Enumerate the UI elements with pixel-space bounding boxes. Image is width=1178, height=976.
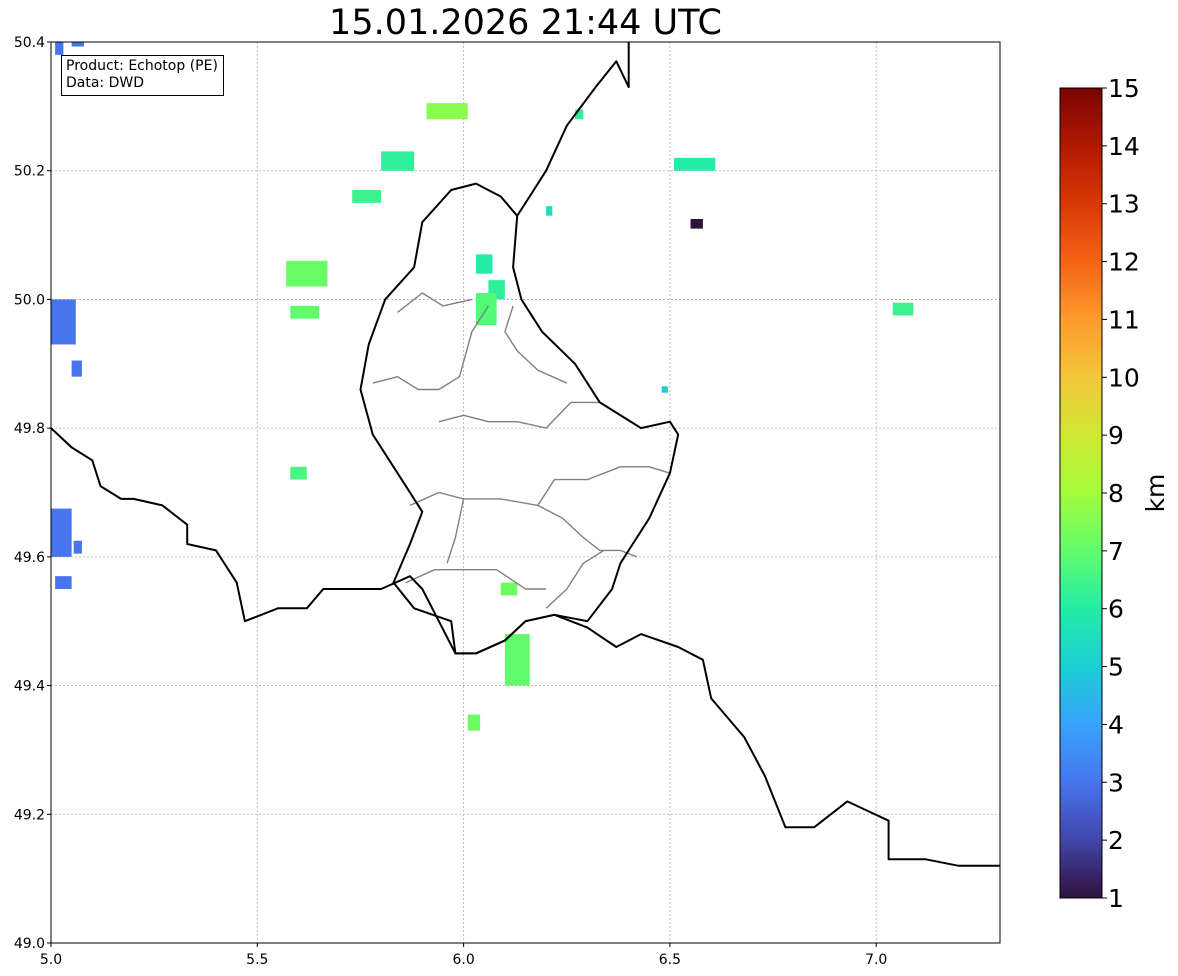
- y-tick-label: 50.2: [14, 164, 45, 180]
- echo-cell: [51, 299, 76, 345]
- echo-cell: [467, 714, 481, 731]
- echo-cell: [290, 466, 307, 480]
- echo-cell: [674, 157, 716, 171]
- colorbar-tick-label: 5: [1108, 653, 1124, 682]
- y-tick-label: 49.4: [14, 679, 45, 695]
- colorbar-label: km: [1141, 474, 1170, 513]
- y-tick-label: 49.2: [14, 807, 45, 823]
- colorbar-tick-label: 6: [1108, 595, 1124, 624]
- echo-cell: [504, 634, 530, 686]
- colorbar-tick-label: 7: [1108, 537, 1124, 566]
- colorbar-tick-label: 4: [1108, 710, 1124, 739]
- echo-cell: [352, 190, 382, 203]
- colorbar-tick-label: 14: [1108, 132, 1140, 161]
- map-background: [51, 42, 1000, 943]
- echo-cell: [51, 508, 72, 557]
- y-tick-label: 50.4: [14, 35, 45, 51]
- colorbar-tick-label: 13: [1108, 190, 1140, 219]
- echo-cell: [500, 582, 518, 596]
- y-tick-label: 49.6: [14, 550, 45, 566]
- x-tick-label: 5.0: [40, 952, 62, 968]
- colorbar-ticks: 123456789101112131415: [1102, 74, 1140, 913]
- colorbar-tick-label: 3: [1108, 768, 1124, 797]
- y-tick-label: 49.0: [14, 936, 45, 952]
- y-tick-label: 50.0: [14, 292, 45, 308]
- data-source-line: Data: DWD: [66, 75, 144, 91]
- colorbar-tick-label: 12: [1108, 248, 1140, 277]
- echotop-map: 5.0 5.5 6.0 6.5 7.0 49.0 49.2 49.4 49.6 49.8 50.0…: [14, 35, 1170, 968]
- echo-cell: [892, 302, 914, 316]
- x-tick-label: 6.0: [452, 952, 474, 968]
- echo-cell: [55, 576, 72, 590]
- x-tick-label: 7.0: [865, 952, 887, 968]
- echo-cell: [55, 42, 64, 55]
- colorbar-tick-label: 9: [1108, 421, 1124, 450]
- colorbar-tick-label: 2: [1108, 826, 1124, 855]
- colorbar: [1059, 87, 1103, 899]
- x-axis: 5.0 5.5 6.0 6.5 7.0: [40, 943, 887, 968]
- y-axis: 49.0 49.2 49.4 49.6 49.8 50.0 50.2 50.4: [14, 35, 51, 952]
- x-tick-label: 5.5: [246, 952, 268, 968]
- colorbar-tick-label: 15: [1108, 74, 1140, 103]
- echo-cell: [71, 42, 85, 47]
- echo-cell: [381, 151, 415, 171]
- colorbar-tick-label: 10: [1108, 363, 1140, 392]
- x-tick-label: 6.5: [659, 952, 681, 968]
- echo-cell: [73, 540, 82, 554]
- colorbar-tick-label: 11: [1108, 305, 1140, 334]
- echo-cell: [426, 103, 468, 120]
- echo-cell: [286, 260, 328, 287]
- product-line: Product: Echotop (PE): [66, 58, 218, 74]
- colorbar-tick-label: 8: [1108, 479, 1124, 508]
- echo-cell: [475, 254, 493, 274]
- echo-cell: [71, 360, 82, 377]
- echo-cell: [546, 206, 553, 216]
- echo-cell: [661, 386, 668, 393]
- echo-cell: [690, 218, 703, 229]
- colorbar-tick-label: 1: [1108, 884, 1124, 913]
- y-tick-label: 49.8: [14, 421, 45, 437]
- echo-cell: [290, 305, 320, 319]
- info-box: Product: Echotop (PE) Data: DWD: [61, 55, 224, 96]
- echo-cell: [435, 36, 456, 42]
